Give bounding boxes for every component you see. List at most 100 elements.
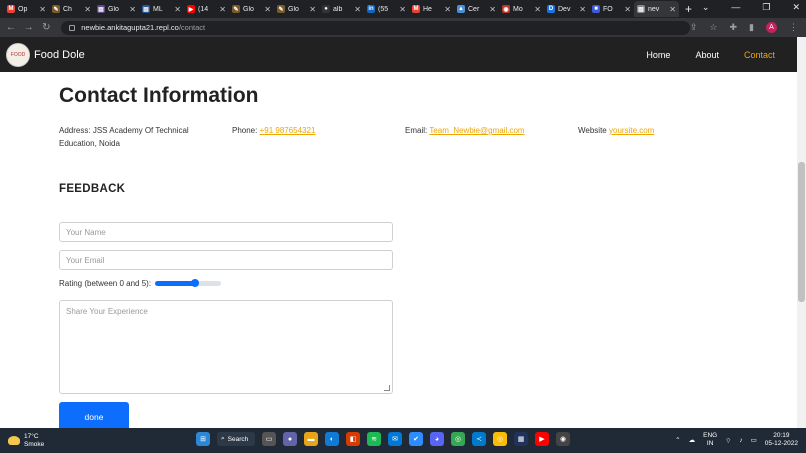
spotify-icon[interactable]: ≋ bbox=[367, 432, 381, 446]
chevron-down-icon[interactable]: ⌄ bbox=[702, 2, 710, 13]
vscode-icon[interactable]: ≺ bbox=[472, 432, 486, 446]
browser-tab[interactable]: D Dev ✕ bbox=[544, 1, 589, 17]
tab-close-icon[interactable]: ✕ bbox=[309, 5, 316, 14]
chrome-icon[interactable]: ◎ bbox=[451, 432, 465, 446]
teams-icon[interactable]: ● bbox=[283, 432, 297, 446]
taskbar-search[interactable]: ⌕ Search bbox=[217, 432, 255, 446]
back-icon[interactable]: ← bbox=[4, 22, 18, 33]
mail-icon[interactable]: ✉ bbox=[388, 432, 402, 446]
side-panel-icon[interactable]: ▮ bbox=[749, 22, 754, 33]
browser-tab[interactable]: M He ✕ bbox=[409, 1, 454, 17]
tab-close-icon[interactable]: ✕ bbox=[174, 5, 181, 14]
website-link[interactable]: yoursite.com bbox=[609, 126, 654, 135]
extensions-icon[interactable]: ✚ bbox=[730, 22, 738, 33]
browser-tab[interactable]: in (55 ✕ bbox=[364, 1, 409, 17]
brand-name[interactable]: Food Dole bbox=[34, 49, 85, 61]
browser-tab[interactable]: ▤ ML ✕ bbox=[139, 1, 184, 17]
url-host: newbie.ankitagupta21.repl.co bbox=[81, 23, 179, 32]
tab-favicon-icon: ▤ bbox=[637, 5, 645, 13]
tab-close-icon[interactable]: ✕ bbox=[624, 5, 631, 14]
page-scrollbar[interactable] bbox=[797, 37, 806, 428]
tab-title: ML bbox=[153, 5, 163, 13]
rating-slider-handle[interactable] bbox=[190, 279, 199, 287]
maximize-icon[interactable]: ❐ bbox=[762, 2, 770, 13]
site-logo[interactable]: FOOD bbox=[6, 42, 30, 67]
tab-title: FO bbox=[603, 5, 613, 13]
phone-link[interactable]: +91 987654321 bbox=[260, 126, 316, 135]
rating-row: Rating (between 0 and 5): bbox=[59, 279, 222, 288]
tab-close-icon[interactable]: ✕ bbox=[84, 5, 91, 14]
tab-close-icon[interactable]: ✕ bbox=[219, 5, 226, 14]
browser-tab[interactable]: ▲ Cer ✕ bbox=[454, 1, 499, 17]
url-text: newbie.ankitagupta21.repl.co/contact bbox=[81, 23, 205, 32]
submit-button[interactable]: done bbox=[59, 402, 129, 428]
tab-close-icon[interactable]: ✕ bbox=[534, 5, 541, 14]
rating-slider[interactable] bbox=[155, 279, 222, 287]
todo-icon[interactable]: ✔ bbox=[409, 432, 423, 446]
profile-avatar[interactable]: A bbox=[766, 22, 777, 33]
name-input[interactable]: Your Name bbox=[59, 222, 393, 242]
clock-date: 05-12-2022 bbox=[764, 440, 798, 447]
browser-tab[interactable]: ▶ (14 ✕ bbox=[184, 1, 229, 17]
tab-close-icon[interactable]: ✕ bbox=[39, 5, 46, 14]
share-icon[interactable]: ⇪ bbox=[690, 22, 698, 33]
tab-favicon-icon: ▤ bbox=[97, 5, 105, 13]
office-icon[interactable]: ◧ bbox=[346, 432, 360, 446]
volume-icon[interactable]: ♪ bbox=[739, 437, 742, 444]
toolbar-actions: ⇪ ☆ ✚ ▮ A ⋮ bbox=[690, 22, 806, 33]
discord-icon[interactable]: ◕ bbox=[430, 432, 444, 446]
chevron-up-icon[interactable]: ⌃ bbox=[675, 436, 680, 444]
browser-tab[interactable]: ✎ Ch ✕ bbox=[49, 1, 94, 17]
tab-close-icon[interactable]: ✕ bbox=[354, 5, 361, 14]
tab-close-icon[interactable]: ✕ bbox=[669, 5, 676, 14]
browser-tab[interactable]: ● alb ✕ bbox=[319, 1, 364, 17]
temperature: 17°C bbox=[24, 432, 39, 440]
chrome-active-icon[interactable]: ◎ bbox=[493, 432, 507, 446]
file-explorer-icon[interactable]: ▬ bbox=[304, 432, 318, 446]
windows-start-icon[interactable]: ⊞ bbox=[196, 432, 210, 446]
tab-close-icon[interactable]: ✕ bbox=[399, 5, 406, 14]
close-window-icon[interactable]: ✕ bbox=[792, 2, 800, 13]
tab-close-icon[interactable]: ✕ bbox=[129, 5, 136, 14]
wifi-icon[interactable]: ⌔ bbox=[725, 436, 731, 445]
scrollbar-thumb[interactable] bbox=[798, 162, 805, 302]
task-view-icon[interactable]: ▭ bbox=[262, 432, 276, 446]
language-indicator[interactable]: ENG IN bbox=[703, 432, 717, 448]
browser-tab[interactable]: M Op ✕ bbox=[4, 1, 49, 17]
tab-close-icon[interactable]: ✕ bbox=[264, 5, 271, 14]
website-block: Website yoursite.com bbox=[578, 124, 654, 137]
nav-home[interactable]: Home bbox=[646, 50, 670, 60]
browser-tab[interactable]: ■ FO ✕ bbox=[589, 1, 634, 17]
bookmark-star-icon[interactable]: ☆ bbox=[709, 22, 717, 33]
menu-icon[interactable]: ⋮ bbox=[789, 22, 798, 33]
ide-icon[interactable]: ▦ bbox=[514, 432, 528, 446]
browser-tab[interactable]: ✎ Glo ✕ bbox=[229, 1, 274, 17]
browser-tab[interactable]: ✎ Glo ✕ bbox=[274, 1, 319, 17]
media-player-icon[interactable]: ◉ bbox=[556, 432, 570, 446]
browser-tab[interactable]: ▤ Glo ✕ bbox=[94, 1, 139, 17]
new-tab-icon[interactable]: + bbox=[685, 2, 692, 16]
forward-icon[interactable]: → bbox=[22, 22, 36, 33]
experience-textarea[interactable]: Share Your Experience bbox=[59, 300, 393, 394]
nav-contact[interactable]: Contact bbox=[744, 50, 775, 60]
browser-tab[interactable]: ▤ nev ✕ bbox=[634, 1, 679, 17]
cloud-icon[interactable]: ☁ bbox=[689, 436, 696, 444]
tab-close-icon[interactable]: ✕ bbox=[579, 5, 586, 14]
tab-close-icon[interactable]: ✕ bbox=[489, 5, 496, 14]
nav-about[interactable]: About bbox=[695, 50, 719, 60]
email-input[interactable]: Your Email bbox=[59, 250, 393, 270]
edge-icon[interactable]: ◐ bbox=[325, 432, 339, 446]
clock[interactable]: 20:19 05-12-2022 bbox=[765, 432, 798, 448]
email-link[interactable]: Team_Newbie@gmail.com bbox=[429, 126, 524, 135]
tab-close-icon[interactable]: ✕ bbox=[444, 5, 451, 14]
browser-tab[interactable]: ◉ Mo ✕ bbox=[499, 1, 544, 17]
rating-label: Rating (between 0 and 5): bbox=[59, 279, 152, 288]
youtube-icon[interactable]: ▶ bbox=[535, 432, 549, 446]
resize-handle-icon[interactable] bbox=[384, 385, 390, 391]
minimize-icon[interactable]: — bbox=[731, 2, 740, 13]
address-bar[interactable]: newbie.ankitagupta21.repl.co/contact bbox=[61, 20, 690, 35]
battery-icon[interactable]: ▭ bbox=[751, 436, 757, 444]
window-controls: ⌄ — ❐ ✕ bbox=[702, 2, 800, 13]
reload-icon[interactable]: ↻ bbox=[40, 22, 54, 33]
weather-widget[interactable]: 17°C Smoke bbox=[0, 433, 44, 449]
